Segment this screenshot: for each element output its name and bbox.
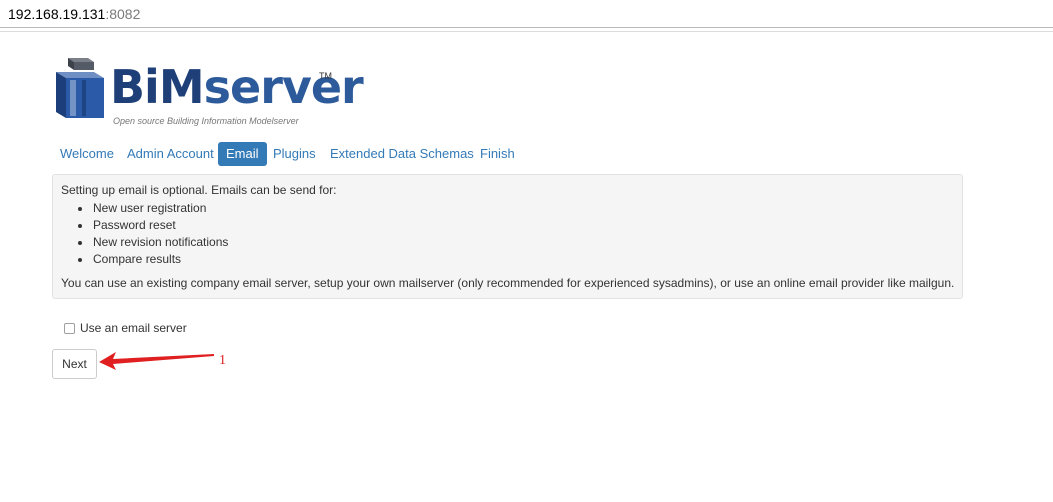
logo-trademark: TM [319, 71, 332, 81]
email-uses-list: New user registration Password reset New… [61, 200, 228, 268]
building-cube-icon [56, 58, 104, 118]
list-item: Password reset [61, 217, 228, 234]
logo-tagline: Open source Building Information Modelse… [113, 116, 299, 126]
use-email-server-label[interactable]: Use an email server [80, 321, 187, 335]
address-text[interactable]: 192.168.19.131:8082 [8, 6, 140, 22]
list-item: New revision notifications [61, 234, 228, 251]
annotation-number: 1 [219, 353, 226, 368]
address-host: 192.168.19.131 [8, 6, 106, 22]
next-button[interactable]: Next [52, 349, 97, 379]
annotation-arrow-icon [99, 352, 214, 370]
logo-server: server [203, 60, 364, 114]
tab-admin-account[interactable]: Admin Account [119, 142, 222, 166]
tab-finish[interactable]: Finish [472, 142, 523, 166]
address-port: :8082 [105, 6, 141, 22]
logo-bim: BiM [110, 60, 205, 114]
email-info-panel: Setting up email is optional. Emails can… [52, 174, 963, 299]
use-email-server-checkbox[interactable] [64, 323, 75, 334]
info-intro: Setting up email is optional. Emails can… [61, 183, 337, 197]
list-item: New user registration [61, 200, 228, 217]
info-outro: You can use an existing company email se… [61, 276, 955, 290]
bimserver-logo: BiMserver TM Open source Building Inform… [54, 56, 364, 130]
tab-plugins[interactable]: Plugins [265, 142, 324, 166]
address-bar[interactable]: 192.168.19.131:8082 [0, 0, 1053, 28]
tab-welcome[interactable]: Welcome [52, 142, 122, 166]
toolbar-divider [0, 31, 1053, 32]
tab-email[interactable]: Email [218, 142, 267, 166]
list-item: Compare results [61, 251, 228, 268]
tab-extended-data-schemas[interactable]: Extended Data Schemas [322, 142, 482, 166]
